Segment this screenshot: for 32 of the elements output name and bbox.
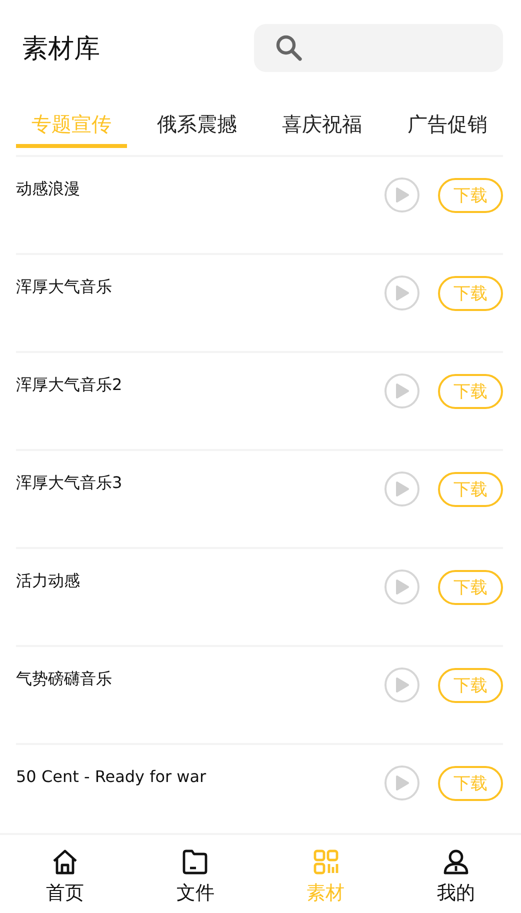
track-title: 动感浪漫 xyxy=(16,179,80,200)
search-icon xyxy=(274,33,304,63)
nav-tab[interactable]: 文件 xyxy=(130,835,260,911)
download-button[interactable]: 下载 xyxy=(438,570,503,604)
track-title: 50 Cent - Ready for war xyxy=(16,767,206,788)
download-button[interactable]: 下载 xyxy=(438,472,503,506)
track-title: 活力动感 xyxy=(16,571,80,592)
track-title: 浑厚大气音乐 xyxy=(16,277,112,298)
nav-tab[interactable]: 首页 xyxy=(0,835,130,911)
play-button[interactable] xyxy=(384,569,420,605)
nav-tab[interactable]: 素材 xyxy=(260,835,391,911)
download-button[interactable]: 下载 xyxy=(438,178,503,212)
play-button[interactable] xyxy=(384,275,420,311)
category-tab[interactable]: 喜庆祝福 xyxy=(266,111,378,148)
download-button[interactable]: 下载 xyxy=(438,668,503,702)
download-button[interactable]: 下载 xyxy=(438,766,503,800)
category-tab[interactable]: 专题宣传 xyxy=(16,111,128,148)
play-button[interactable] xyxy=(384,373,420,409)
play-button[interactable] xyxy=(384,471,420,507)
search-field[interactable] xyxy=(254,24,503,72)
category-tab[interactable]: 俄系震撼 xyxy=(141,111,252,148)
track-title: 浑厚大气音乐2 xyxy=(16,375,122,396)
download-button[interactable]: 下载 xyxy=(438,374,503,408)
play-button[interactable] xyxy=(384,177,420,213)
download-button[interactable]: 下载 xyxy=(438,276,503,310)
nav-tab[interactable]: 我的 xyxy=(390,835,521,911)
play-button[interactable] xyxy=(384,765,420,801)
track-title: 浑厚大气音乐3 xyxy=(16,473,122,494)
play-button[interactable] xyxy=(384,667,420,703)
page-title: 素材库 xyxy=(22,32,100,66)
category-tab[interactable]: 广告促销 xyxy=(392,111,503,148)
track-title: 气势磅礴音乐 xyxy=(16,669,112,690)
